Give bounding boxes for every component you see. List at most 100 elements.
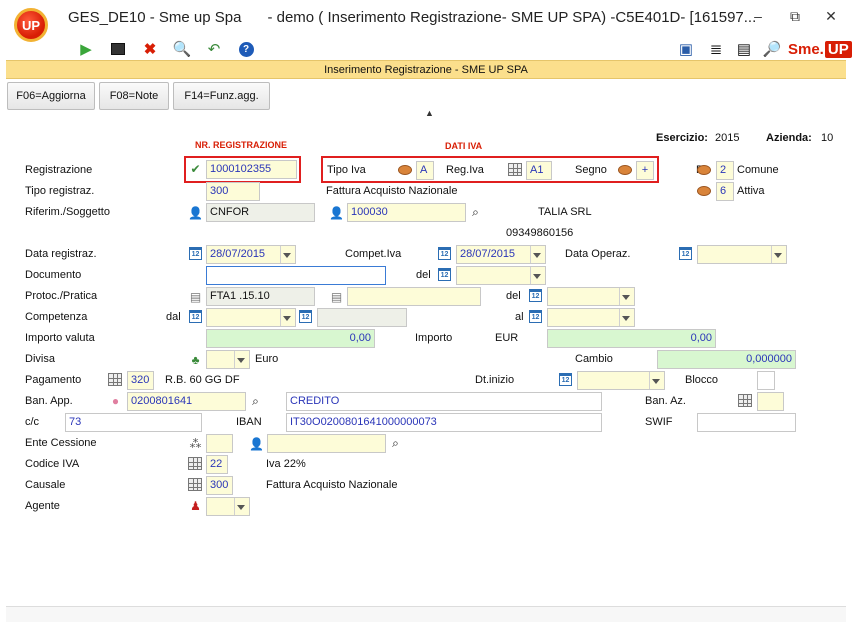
attiva-desc: Attiva — [737, 185, 765, 197]
comune-field[interactable]: 2 — [716, 161, 734, 180]
riferim-field[interactable]: CNFOR — [206, 203, 315, 222]
protoc-doc-icon[interactable]: ▤ — [188, 289, 203, 304]
magnifier-icon[interactable]: 🔎 — [762, 40, 782, 58]
documento-calendar-icon[interactable]: 12 — [438, 268, 451, 281]
compet-iva-field[interactable]: 28/07/2015 — [456, 245, 546, 264]
currency-icon[interactable]: ♣ — [188, 352, 203, 367]
reg-iva-field[interactable]: A1 — [526, 161, 552, 180]
cc-label: c/c — [25, 416, 40, 428]
cc-field[interactable]: 73 — [65, 413, 202, 432]
monitor-icon[interactable]: ▣ — [676, 40, 696, 58]
window-title: GES_DE10 - Sme up Spa - demo ( Inseriment… — [68, 9, 756, 26]
competenza-mid-calendar-icon[interactable]: 12 — [299, 310, 312, 323]
documento-label: Documento — [25, 269, 82, 281]
pratica-field[interactable] — [347, 287, 481, 306]
register-doc-icon[interactable]: ✔ — [188, 161, 203, 176]
competenza-al-field[interactable] — [547, 308, 635, 327]
dt-inizio-calendar-icon[interactable]: 12 — [559, 373, 572, 386]
minimize-button[interactable]: – — [747, 8, 769, 24]
piggy-bank-icon[interactable]: ● — [108, 393, 123, 408]
competenza-al-calendar-icon[interactable]: 12 — [529, 310, 542, 323]
reg-iva-table-icon[interactable] — [508, 163, 522, 176]
comune-coin-icon[interactable] — [697, 165, 711, 175]
attiva-field[interactable]: 6 — [716, 182, 734, 201]
delete-icon[interactable]: ✖ — [140, 40, 160, 58]
soggetto-person-icon[interactable]: 👤 — [329, 205, 344, 220]
ban-az-table-icon[interactable] — [738, 394, 752, 407]
help-icon[interactable]: ? — [236, 40, 256, 58]
soggetto-search-icon[interactable]: ⌕ — [468, 205, 483, 220]
causale-table-icon[interactable] — [188, 478, 202, 491]
attiva-coin-icon[interactable] — [697, 186, 711, 196]
protoc-calendar-icon[interactable]: 12 — [529, 289, 542, 302]
agente-label: Agente — [25, 500, 60, 512]
search-icon[interactable]: 🔍 — [172, 40, 192, 58]
reg-iva-label: Reg.Iva — [446, 164, 484, 176]
ente-person-icon[interactable]: 👤 — [249, 436, 264, 451]
competenza-mid-field[interactable] — [317, 308, 407, 327]
ente-soggetto-field[interactable] — [267, 434, 386, 453]
importo-field[interactable]: 0,00 — [547, 329, 716, 348]
divisa-field[interactable] — [206, 350, 250, 369]
pratica-doc-icon[interactable]: ▤ — [329, 289, 344, 304]
documento-date-field[interactable] — [456, 266, 546, 285]
clipboard-icon[interactable]: ▤ — [734, 40, 754, 58]
importo-valuta-field[interactable]: 0,00 — [206, 329, 375, 348]
ente-icon[interactable]: ⁂ — [188, 436, 203, 451]
blocco-checkbox[interactable] — [757, 371, 775, 390]
competenza-dal-calendar-icon[interactable]: 12 — [189, 310, 202, 323]
dt-inizio-field[interactable] — [577, 371, 665, 390]
codice-iva-table-icon[interactable] — [188, 457, 202, 470]
nr-registrazione-header: NR. REGISTRAZIONE — [195, 140, 288, 150]
f14-funz-agg-button[interactable]: F14=Funz.agg. — [173, 82, 270, 110]
soggetto-field[interactable]: 100030 — [347, 203, 466, 222]
segno-coin-icon[interactable] — [618, 165, 632, 175]
swif-field[interactable] — [697, 413, 796, 432]
console-icon[interactable] — [108, 40, 128, 58]
ente-cessione-field[interactable] — [206, 434, 233, 453]
protoc-date-field[interactable] — [547, 287, 635, 306]
codice-iva-field[interactable]: 22 — [206, 455, 228, 474]
ban-app-field[interactable]: 0200801641 — [127, 392, 246, 411]
data-operaz-field[interactable] — [697, 245, 787, 264]
app-logo[interactable]: UP — [14, 8, 48, 42]
f06-aggiorna-button[interactable]: F06=Aggiorna — [7, 82, 95, 110]
restore-button[interactable]: ⧉ — [784, 8, 806, 25]
brand-up: UP — [824, 40, 852, 58]
status-bar — [6, 606, 846, 622]
run-icon[interactable]: ▶ — [76, 40, 96, 58]
data-registraz-field[interactable]: 28/07/2015 — [206, 245, 296, 264]
agente-person-icon[interactable]: ♟ — [188, 498, 203, 513]
soggetto-desc: TALIA SRL — [538, 206, 592, 218]
calendar-icon[interactable]: 12 — [189, 247, 202, 260]
tipo-registraz-field[interactable]: 300 — [206, 182, 260, 201]
iban-field[interactable]: IT30O0200801641000000073 — [286, 413, 602, 432]
ban-app-desc-field[interactable]: CREDITO — [286, 392, 602, 411]
esercizio-label: Esercizio: — [656, 132, 708, 144]
ban-az-field[interactable] — [757, 392, 784, 411]
registrazione-field[interactable]: 1000102355 — [206, 160, 297, 179]
ban-app-search-icon[interactable]: ⌕ — [248, 394, 263, 409]
ente-search-icon[interactable]: ⌕ — [388, 436, 403, 451]
causale-field[interactable]: 300 — [206, 476, 233, 495]
agente-field[interactable] — [206, 497, 250, 516]
documento-field[interactable] — [206, 266, 386, 285]
f08-note-button[interactable]: F08=Note — [99, 82, 169, 110]
data-operaz-calendar-icon[interactable]: 12 — [679, 247, 692, 260]
competenza-dal-field[interactable] — [206, 308, 296, 327]
compet-iva-calendar-icon[interactable]: 12 — [438, 247, 451, 260]
pagamento-table-icon[interactable] — [108, 373, 122, 386]
collapse-arrow-icon[interactable]: ▲ — [425, 108, 434, 118]
segno-field[interactable]: + — [636, 161, 654, 180]
data-operaz-label: Data Operaz. — [565, 248, 631, 260]
person-icon[interactable]: 👤 — [188, 205, 203, 220]
protoc-field[interactable]: FTA1 .15.10 — [206, 287, 315, 306]
close-window-button[interactable]: ✕ — [820, 8, 842, 25]
tipo-iva-coin-icon[interactable] — [398, 165, 412, 175]
tipo-iva-field[interactable]: A — [416, 161, 434, 180]
back-arrow-icon[interactable]: ↶ — [204, 40, 224, 58]
document-title: - demo ( Inserimento Registrazione- SME … — [267, 9, 757, 26]
pagamento-field[interactable]: 320 — [127, 371, 154, 390]
cambio-field[interactable]: 0,000000 — [657, 350, 796, 369]
list-icon[interactable]: ≣ — [706, 40, 726, 58]
